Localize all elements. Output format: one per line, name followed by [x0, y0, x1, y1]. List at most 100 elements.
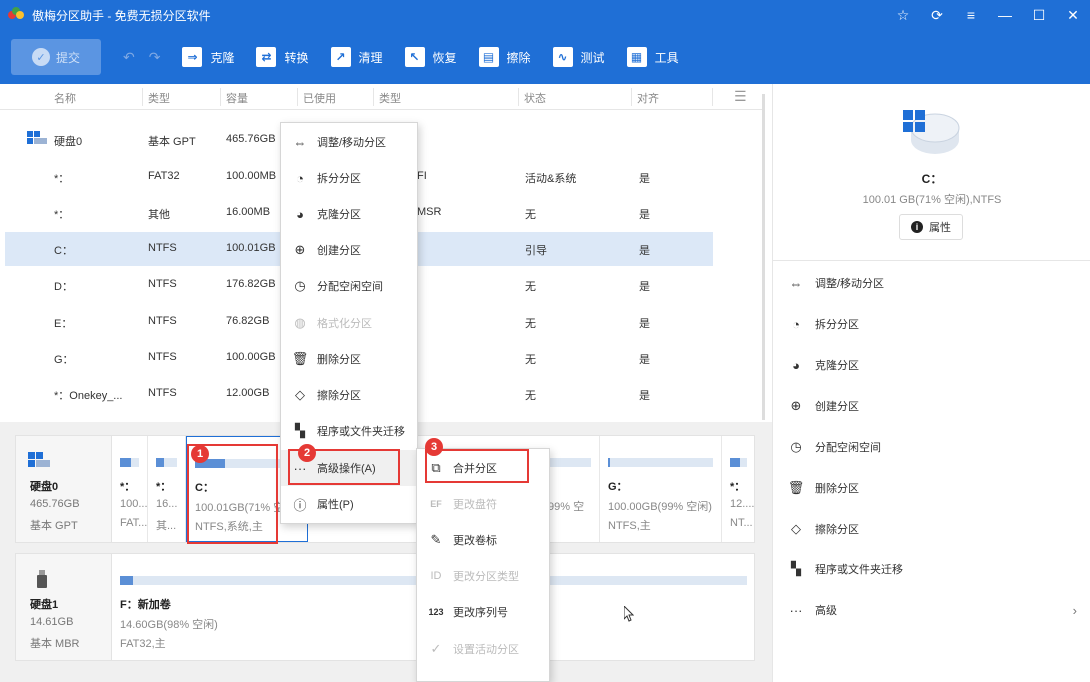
col-type[interactable]: 类型 — [148, 90, 170, 106]
usb-drive-icon — [36, 570, 58, 588]
col-fstype[interactable]: 类型 — [379, 90, 401, 106]
clone-partition-icon: ◕ — [792, 357, 800, 373]
action-allocate[interactable]: ◷ 分配空闲空间 — [787, 432, 1077, 462]
toolbar-recover[interactable]: ↖ 恢复 — [404, 47, 457, 67]
properties-button[interactable]: i 属性 — [899, 214, 963, 240]
disk-icon — [27, 131, 47, 145]
annotation-badge-1: 1 — [191, 445, 209, 463]
split-icon: ◔ — [792, 316, 800, 332]
star-icon[interactable]: ☆ — [886, 0, 920, 30]
info-icon: ⓘ — [293, 497, 307, 513]
partition-block[interactable]: G： 100.00GB(99% 空闲) NTFS,主 — [600, 436, 722, 542]
chevron-right-icon: › — [1072, 602, 1077, 618]
table-header: 名称 类型 容量 已使用 类型 状态 对齐 ☰ — [0, 84, 765, 110]
annotation-badge-2: 2 — [298, 444, 316, 462]
menu-item-create[interactable]: ⊕ 创建分区 — [281, 232, 417, 268]
col-capacity[interactable]: 容量 — [226, 90, 248, 106]
test-icon: ∿ — [552, 47, 573, 67]
maximize-button[interactable]: ☐ — [1022, 0, 1056, 30]
menu-item-delete[interactable]: 🗑 删除分区 — [281, 341, 417, 377]
menu-item-split[interactable]: ◔ 拆分分区 — [281, 160, 417, 196]
table-scrollbar[interactable] — [762, 94, 765, 420]
disk0-label[interactable]: 硬盘0 465.76GB 基本 GPT — [16, 436, 112, 542]
col-align[interactable]: 对齐 — [637, 90, 659, 106]
action-wipe[interactable]: ◇ 擦除分区 — [787, 514, 1077, 544]
eraser-icon: ◇ — [791, 521, 801, 536]
toolbar-clone[interactable]: ⇒ 克隆 — [182, 47, 234, 67]
toolbar-test[interactable]: ∿ 测试 — [552, 47, 605, 67]
resize-icon: ⇔ — [293, 134, 307, 150]
recover-icon: ↖ — [404, 47, 425, 67]
submenu-item-change-type[interactable]: ID 更改分区类型 — [417, 558, 549, 594]
action-advanced[interactable]: ··· 高级 › — [787, 595, 1078, 625]
menu-item-properties[interactable]: ⓘ 属性(P) — [281, 486, 417, 522]
advanced-submenu: ⧉ 合并分区 EF 更改盘符 ✎ 更改卷标 ID 更改分区类型 123 更改序列号 ✓ 设置… — [416, 448, 550, 682]
tools-icon: ▦ — [626, 47, 647, 67]
redo-icon[interactable]: ↷ — [149, 49, 161, 66]
action-split[interactable]: ◔ 拆分分区 — [787, 309, 1077, 339]
minimize-button[interactable]: — — [988, 0, 1022, 30]
title-bar: 傲梅分区助手 - 免费无损分区软件 ☆ ⟳ ≡ — ☐ ✕ — [0, 0, 1090, 30]
toolbar-tools[interactable]: ▦ 工具 — [626, 47, 679, 67]
info-icon: i — [911, 221, 923, 233]
submenu-item-set-active[interactable]: ✓ 设置活动分区 — [417, 631, 549, 667]
id-icon: ID — [430, 570, 442, 582]
col-status[interactable]: 状态 — [524, 90, 546, 106]
submenu-item-change-letter[interactable]: EF 更改盘符 — [417, 486, 549, 522]
disk1-label[interactable]: 硬盘1 14.61GB 基本 MBR — [16, 554, 112, 660]
delete-icon: 🗑 — [787, 480, 805, 495]
app-logo-icon — [8, 7, 24, 23]
partition-block[interactable]: *： 16... 其... — [148, 436, 186, 542]
serial-number-icon: 123 — [428, 607, 444, 617]
menu-item-allocate[interactable]: ◷ 分配空闲空间 — [281, 268, 417, 304]
action-migrate[interactable]: ▚ 程序或文件夹迁移 — [787, 554, 1077, 584]
action-create[interactable]: ⊕ 创建分区 — [787, 391, 1077, 421]
convert-icon: ⇄ — [256, 47, 277, 67]
partition-icon — [901, 106, 961, 158]
annotation-box-3 — [425, 449, 529, 483]
submenu-item-change-label[interactable]: ✎ 更改卷标 — [417, 522, 549, 558]
partition-block[interactable]: *： 100... FAT... — [112, 436, 148, 542]
mouse-cursor-icon — [623, 604, 635, 622]
pencil-icon: ✎ — [430, 532, 442, 547]
column-settings-icon[interactable]: ☰ — [734, 88, 747, 105]
menu-item-migrate[interactable]: ▚ 程序或文件夹迁移 — [281, 413, 417, 449]
submit-button[interactable]: ✓ 提交 — [11, 39, 101, 75]
partition-block[interactable]: *： 12.... NT... — [722, 436, 755, 542]
main-toolbar: ✓ 提交 ↶ ↷ ⇒ 克隆 ⇄ 转换 ↗ 清理 ↖ 恢复 ▤ 擦除 ∿ 测试 ▦ 工具 — [0, 30, 1090, 84]
menu-icon[interactable]: ≡ — [954, 0, 988, 30]
clone-icon: ⇒ — [182, 47, 203, 67]
disk-icon — [28, 452, 50, 470]
action-delete[interactable]: 🗑 删除分区 — [787, 473, 1077, 503]
menu-item-clone[interactable]: ◕ 克隆分区 — [281, 196, 417, 232]
selected-partition-info: C： 100.01 GB(71% 空闲),NTFS i 属性 — [773, 84, 1090, 254]
refresh-icon[interactable]: ⟳ — [920, 0, 954, 30]
resize-icon: ⇔ — [789, 275, 803, 291]
toolbar-clean[interactable]: ↗ 清理 — [330, 47, 383, 67]
col-name[interactable]: 名称 — [54, 90, 76, 106]
create-partition-icon: ⊕ — [294, 242, 306, 257]
more-icon: ··· — [789, 602, 803, 618]
clean-icon: ↗ — [330, 47, 351, 67]
right-panel: C： 100.01 GB(71% 空闲),NTFS i 属性 ⇔ 调整/移动分区 … — [772, 84, 1090, 682]
delete-icon: 🗑 — [291, 351, 309, 366]
close-button[interactable]: ✕ — [1056, 0, 1090, 30]
allocate-icon: ◷ — [790, 439, 802, 454]
menu-item-format[interactable]: ◍ 格式化分区 — [281, 305, 417, 341]
allocate-icon: ◷ — [294, 278, 306, 293]
menu-item-wipe[interactable]: ◇ 擦除分区 — [281, 377, 417, 413]
migrate-icon: ▚ — [295, 423, 305, 438]
submenu-item-change-serial[interactable]: 123 更改序列号 — [417, 594, 549, 630]
toolbar-convert[interactable]: ⇄ 转换 — [256, 47, 309, 67]
action-clone[interactable]: ◕ 克隆分区 — [787, 350, 1077, 380]
disk1-card: 硬盘1 14.61GB 基本 MBR F：新加卷 14.60GB(98% 空闲)… — [15, 553, 755, 661]
toolbar-wipe[interactable]: ▤ 擦除 — [478, 47, 531, 67]
undo-icon[interactable]: ↶ — [123, 49, 135, 66]
col-used[interactable]: 已使用 — [303, 90, 336, 106]
window-title: 傲梅分区助手 - 免费无损分区软件 — [32, 8, 211, 23]
set-active-icon: ✓ — [430, 641, 442, 656]
action-resize[interactable]: ⇔ 调整/移动分区 — [787, 268, 1077, 298]
menu-item-resize[interactable]: ⇔ 调整/移动分区 — [281, 124, 417, 160]
split-icon: ◔ — [296, 170, 304, 186]
eraser-icon: ◇ — [295, 387, 305, 402]
